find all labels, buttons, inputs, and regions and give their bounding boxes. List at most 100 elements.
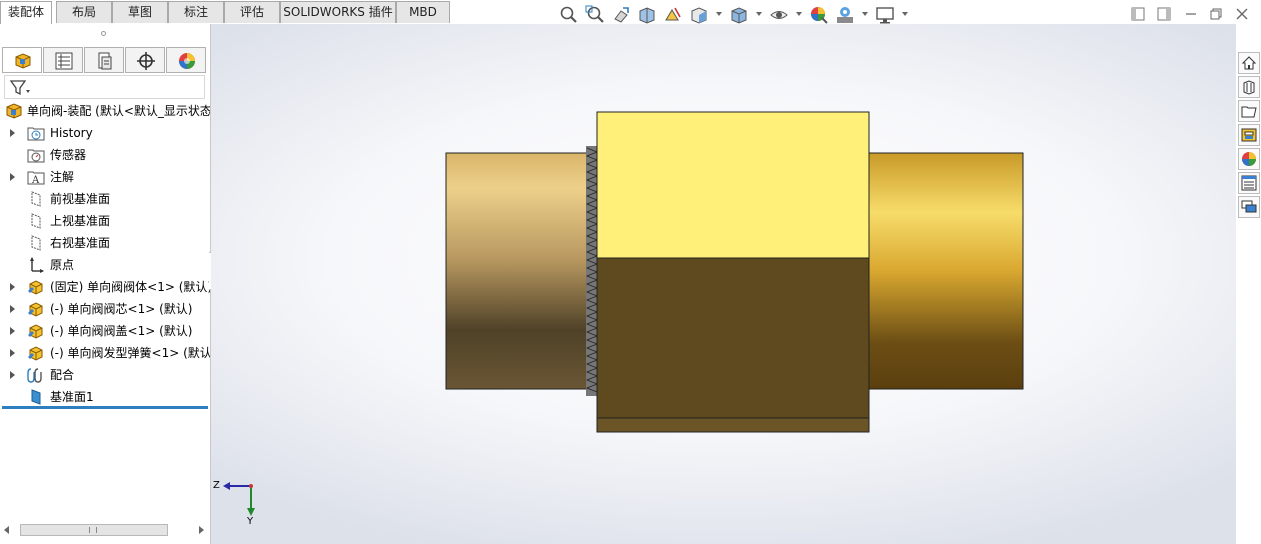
- chevron-down-icon[interactable]: [716, 12, 722, 16]
- annotation-icon: A: [27, 168, 45, 186]
- view-orientation-icon[interactable]: [689, 5, 709, 25]
- restore-icon[interactable]: [1209, 7, 1223, 21]
- panel-splitter-handle[interactable]: [101, 31, 106, 36]
- solidworks-resources-button[interactable]: [1238, 52, 1260, 74]
- valve-body-left-section[interactable]: [445, 152, 589, 390]
- chevron-down-icon[interactable]: [756, 12, 762, 16]
- tab-dimxpert-manager[interactable]: [125, 47, 165, 73]
- valve-block-top-face[interactable]: [596, 111, 870, 259]
- assembly-model[interactable]: [211, 24, 1236, 544]
- svg-text:A: A: [31, 175, 40, 186]
- task-pane: [1236, 24, 1261, 544]
- tab-display-manager[interactable]: [166, 47, 206, 73]
- sensor-icon: [27, 146, 45, 164]
- valve-block-bottom-lip: [596, 417, 870, 433]
- expand-arrow-icon[interactable]: [10, 173, 15, 181]
- tab-feature-tree[interactable]: [2, 47, 42, 73]
- expand-arrow-icon[interactable]: [10, 283, 15, 291]
- assembly-icon: [5, 102, 23, 120]
- close-icon[interactable]: [1235, 7, 1249, 21]
- spring-thread-detail: [585, 146, 599, 396]
- horizontal-scrollbar[interactable]: [2, 522, 209, 538]
- design-library-button[interactable]: [1238, 76, 1260, 98]
- tree-item[interactable]: 配合: [0, 364, 210, 386]
- tree-item[interactable]: (-) 单向阀阀盖<1> (默认): [0, 320, 210, 342]
- command-manager-tabs: 装配体 布局 草图 标注 评估 SOLIDWORKS 插件 MBD: [0, 0, 1261, 24]
- graphics-area[interactable]: Z Y: [211, 24, 1236, 544]
- scrollbar-thumb[interactable]: [20, 524, 168, 536]
- valve-cover-right-section[interactable]: [866, 152, 1024, 390]
- tab-markup[interactable]: 标注: [168, 1, 224, 23]
- view-palette-icon: [1241, 128, 1257, 142]
- tree-item[interactable]: 基准面1: [0, 386, 210, 408]
- chevron-down-icon[interactable]: [902, 12, 908, 16]
- expand-arrow-icon[interactable]: [10, 371, 15, 379]
- display-style-icon[interactable]: [729, 5, 749, 25]
- file-explorer-button[interactable]: [1238, 100, 1260, 122]
- tab-configuration-manager[interactable]: [84, 47, 124, 73]
- view-settings-icon[interactable]: [875, 5, 895, 25]
- valve-block-front-face[interactable]: [596, 257, 870, 419]
- tree-item-label: 右视基准面: [50, 236, 111, 250]
- minimize-icon[interactable]: [1184, 7, 1198, 21]
- tab-mbd[interactable]: MBD: [396, 1, 450, 23]
- folder-icon: [1241, 106, 1257, 118]
- tree-item[interactable]: 原点: [0, 254, 210, 276]
- tree-item-label: (-) 单向阀发型弹簧<1> (默认: [50, 346, 210, 360]
- tree-item-label: 注解: [50, 170, 75, 184]
- tab-assembly[interactable]: 装配体: [0, 1, 52, 24]
- section-view-icon[interactable]: [637, 5, 657, 25]
- tree-item[interactable]: 右视基准面: [0, 232, 210, 254]
- forum-button[interactable]: [1238, 196, 1260, 218]
- view-palette-button[interactable]: [1238, 124, 1260, 146]
- expand-arrow-icon[interactable]: [10, 349, 15, 357]
- tree-item[interactable]: 前视基准面: [0, 188, 210, 210]
- appearances-button[interactable]: [1238, 148, 1260, 170]
- apply-scene-icon[interactable]: [835, 5, 855, 25]
- mates-icon: [27, 366, 45, 384]
- feature-manager-panel: 单向阀-装配 (默认<默认_显示状态 History 传感器 A 注解前视基准面上视基准…: [0, 24, 211, 544]
- tree-item-label: 上视基准面: [50, 214, 111, 228]
- custom-properties-icon: [1241, 175, 1257, 191]
- tree-item[interactable]: (固定) 单向阀阀体<1> (默认): [0, 276, 210, 298]
- history-folder-icon: [27, 124, 45, 142]
- tab-property-manager[interactable]: [43, 47, 83, 73]
- tab-solidworks-addins[interactable]: SOLIDWORKS 插件: [280, 1, 396, 23]
- expand-arrow-icon[interactable]: [10, 327, 15, 335]
- dynamic-annotation-icon[interactable]: [663, 5, 683, 25]
- expand-arrow-icon[interactable]: [10, 129, 15, 137]
- tree-item[interactable]: (-) 单向阀发型弹簧<1> (默认: [0, 342, 210, 364]
- tree-item[interactable]: 传感器: [0, 144, 210, 166]
- tile-left-icon[interactable]: [1131, 7, 1145, 21]
- scroll-right-arrow-icon[interactable]: [199, 526, 204, 534]
- scroll-left-arrow-icon[interactable]: [4, 526, 9, 534]
- tree-item[interactable]: History: [0, 122, 210, 144]
- tree-item[interactable]: A 注解: [0, 166, 210, 188]
- chevron-down-icon[interactable]: [796, 12, 802, 16]
- origin-icon: [27, 256, 45, 274]
- custom-properties-button[interactable]: [1238, 172, 1260, 194]
- previous-view-icon[interactable]: [611, 5, 631, 25]
- zoom-to-fit-icon[interactable]: [559, 5, 579, 25]
- tab-evaluate[interactable]: 评估: [224, 1, 280, 23]
- part-icon: [27, 300, 45, 318]
- zoom-to-area-icon[interactable]: [585, 5, 605, 25]
- tab-layout[interactable]: 布局: [56, 1, 112, 23]
- edit-appearance-icon[interactable]: [809, 5, 829, 25]
- tree-filter-field[interactable]: [4, 75, 205, 99]
- tab-sketch[interactable]: 草图: [112, 1, 168, 23]
- hide-show-items-icon[interactable]: [769, 5, 789, 25]
- expand-arrow-icon[interactable]: [10, 305, 15, 313]
- tree-item[interactable]: 上视基准面: [0, 210, 210, 232]
- library-icon: [1243, 80, 1255, 95]
- tree-item[interactable]: (-) 单向阀阀芯<1> (默认): [0, 298, 210, 320]
- chevron-down-icon[interactable]: [862, 12, 868, 16]
- tree-item-label: (-) 单向阀阀盖<1> (默认): [50, 324, 193, 338]
- tree-root-assembly[interactable]: 单向阀-装配 (默认<默认_显示状态: [0, 100, 210, 122]
- tile-right-icon[interactable]: [1157, 7, 1171, 21]
- tree-item-label: 前视基准面: [50, 192, 111, 206]
- triad-y-label: Y: [247, 516, 254, 527]
- tree-item-label: 基准面1: [50, 390, 94, 404]
- plane-icon: [27, 212, 45, 230]
- filter-icon: [9, 80, 30, 96]
